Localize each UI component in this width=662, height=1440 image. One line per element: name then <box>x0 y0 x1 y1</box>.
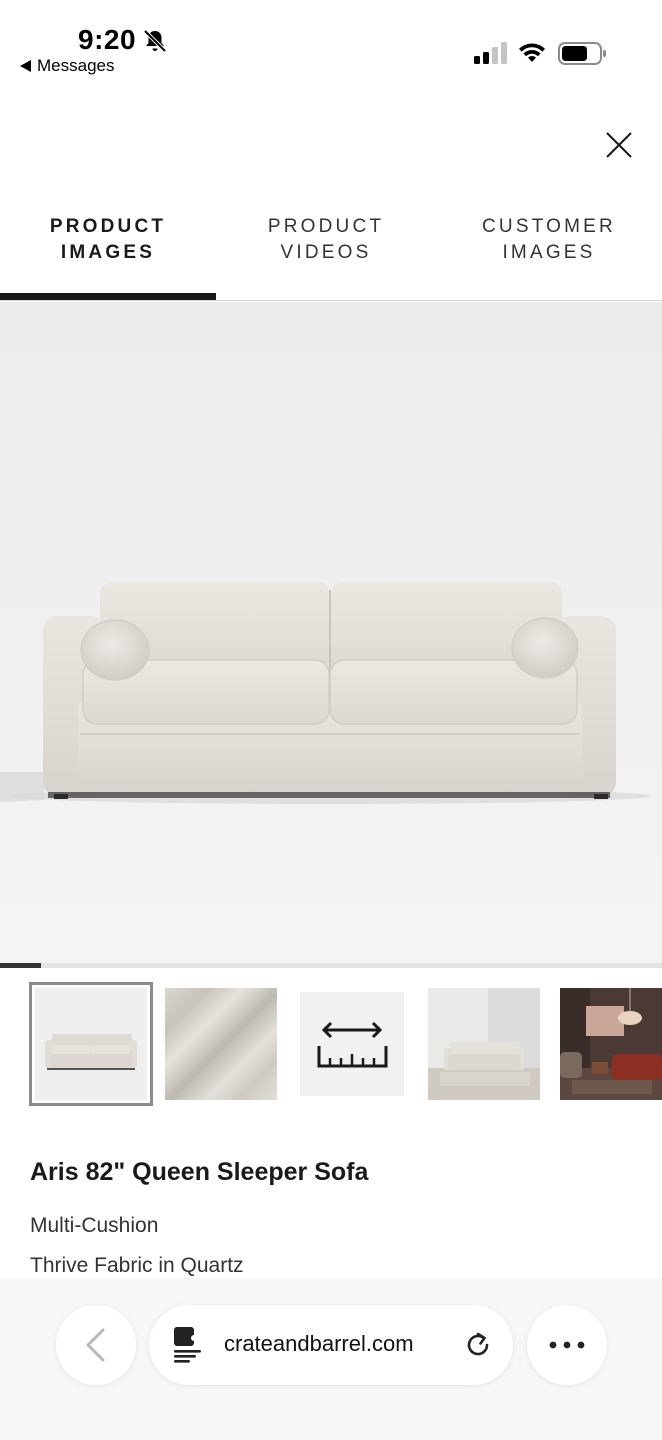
address-bar[interactable]: crateandbarrel.com <box>149 1305 513 1385</box>
thumbnail-sofa-front[interactable] <box>29 982 153 1106</box>
gallery-progress-fill <box>0 963 42 968</box>
back-app-label: Messages <box>37 56 115 75</box>
sofa-thumbnail-image <box>45 1034 137 1070</box>
thumbnail-dimensions[interactable] <box>300 992 404 1096</box>
back-chevron-icon <box>86 1328 105 1362</box>
active-tab-indicator <box>0 293 216 300</box>
product-title: Aris 82" Queen Sleeper Sofa <box>30 1158 369 1186</box>
more-options-button[interactable] <box>527 1305 607 1385</box>
cellular-signal-icon <box>474 42 507 64</box>
living-room-thumbnail <box>560 988 662 1100</box>
bell-slash-icon <box>143 29 167 53</box>
status-time: 9:20 <box>78 24 137 55</box>
main-product-image[interactable] <box>0 302 662 964</box>
tab-customer-images[interactable]: CUSTOMER IMAGES <box>436 214 662 266</box>
sofa-illustration <box>0 582 651 804</box>
tab-product-videos[interactable]: PRODUCT VIDEOS <box>216 214 436 266</box>
reload-icon[interactable] <box>463 1330 493 1360</box>
url-text: crateandbarrel.com <box>224 1331 414 1356</box>
gallery-progress-bar <box>0 963 662 968</box>
browser-toolbar: crateandbarrel.com <box>0 1278 662 1440</box>
browser-back-button[interactable] <box>56 1305 136 1385</box>
back-triangle-icon <box>20 60 31 72</box>
thumbnail-sofa-in-room[interactable] <box>428 988 540 1100</box>
ruler-dimensions-icon <box>317 1021 388 1068</box>
thumbnail-fabric-swatch[interactable] <box>165 988 277 1100</box>
tab-product-images[interactable]: PRODUCT IMAGES <box>0 214 216 266</box>
thumbnail-strip <box>0 982 662 1106</box>
media-tabs: PRODUCT IMAGES PRODUCT VIDEOS CUSTOMER I… <box>0 200 662 301</box>
room-scene-thumbnail <box>428 988 540 1100</box>
close-button[interactable] <box>600 126 638 164</box>
status-bar: 9:20 Messages <box>0 0 662 90</box>
wifi-icon <box>519 43 545 62</box>
battery-icon <box>558 42 606 65</box>
page-settings-icon <box>174 1327 201 1363</box>
more-icon <box>549 1341 585 1349</box>
product-fabric: Thrive Fabric in Quartz <box>30 1254 244 1277</box>
thumbnail-styled-living-room[interactable] <box>560 988 662 1100</box>
close-icon <box>606 132 632 158</box>
product-option: Multi-Cushion <box>30 1214 159 1237</box>
back-to-messages[interactable]: Messages <box>20 56 114 76</box>
